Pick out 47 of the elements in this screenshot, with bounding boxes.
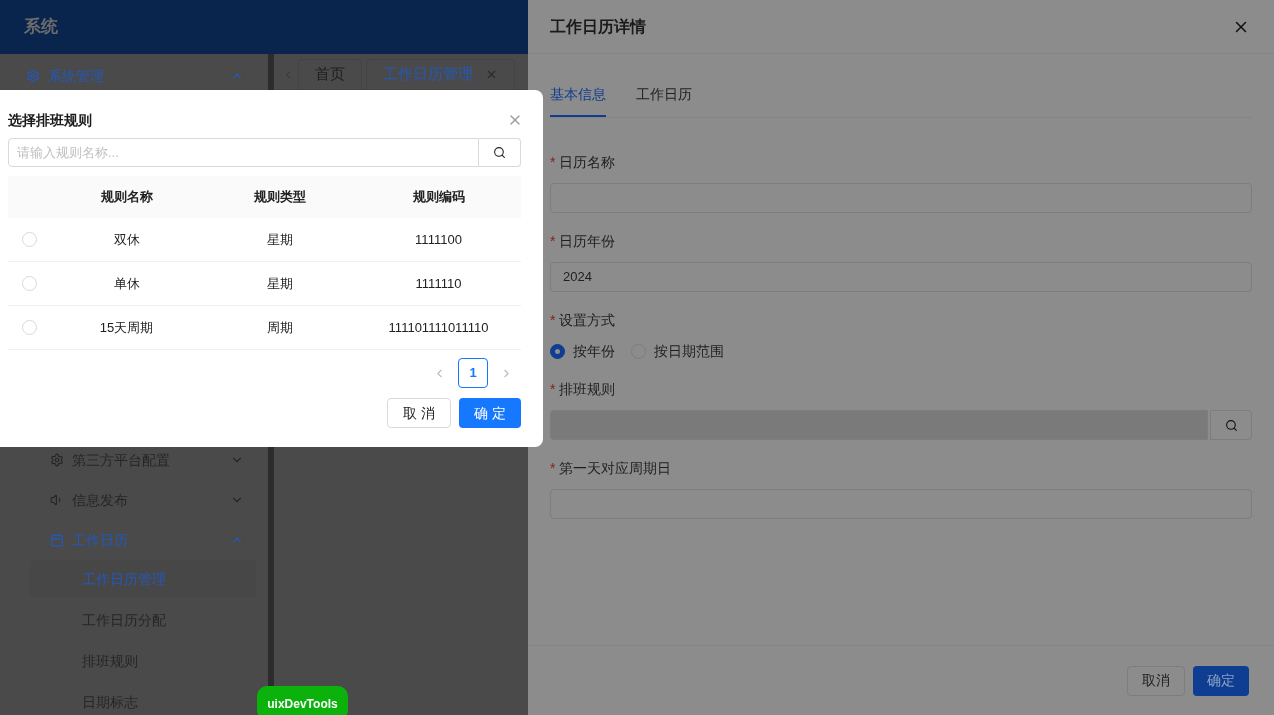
- cancel-button[interactable]: 取消: [1127, 665, 1185, 696]
- required-mark: *: [550, 153, 556, 172]
- table-cell-text: 15天周期: [99, 318, 154, 337]
- confirm-button[interactable]: 确定: [1193, 665, 1249, 696]
- app-title: 系统: [24, 16, 58, 39]
- table-cell-text: 周期: [266, 318, 293, 337]
- input-field[interactable]: 2024: [550, 262, 1252, 292]
- devtools-badge[interactable]: uixDevTools: [257, 686, 348, 715]
- required-mark: *: [550, 380, 556, 399]
- column-header: 规则类型: [253, 188, 306, 207]
- search-icon: [493, 146, 506, 159]
- field-label: 第一天对应周期日: [559, 459, 672, 478]
- field-label: 设置方式: [559, 311, 616, 330]
- table-row[interactable]: 单休 星期 1111110: [8, 262, 521, 306]
- search-icon: [1224, 418, 1238, 432]
- table-cell-text: 1111110: [415, 274, 462, 293]
- column-header: 规则编码: [412, 188, 465, 207]
- field-label: 日历年份: [559, 232, 616, 251]
- table-cell-text: 单休: [113, 274, 140, 293]
- form-tab[interactable]: 基本信息: [550, 84, 606, 117]
- table-cell-text: 1111100: [415, 230, 462, 249]
- column-header: 规则名称: [100, 188, 153, 207]
- search-field[interactable]: 请输入规则名称...: [8, 138, 479, 167]
- table-row[interactable]: 双休 星期 1111100: [8, 218, 521, 262]
- modal-title: 选择排班规则: [8, 110, 92, 130]
- radio-option[interactable]: 按日期范围: [631, 340, 724, 362]
- confirm-button[interactable]: 确 定: [459, 398, 521, 428]
- page-button[interactable]: 1: [458, 358, 488, 388]
- table-cell-text: 星期: [266, 274, 293, 293]
- gear-icon: [50, 453, 64, 467]
- calendar-icon: [50, 533, 64, 547]
- required-mark: *: [550, 311, 556, 330]
- table-cell-text: 111101111011110: [388, 318, 489, 337]
- table-row[interactable]: 15天周期 周期 111101111011110: [8, 306, 521, 350]
- field-label: 日历名称: [559, 153, 616, 172]
- required-mark: *: [550, 459, 556, 478]
- drawer-title: 工作日历详情: [550, 16, 646, 37]
- table-cell-text: 星期: [266, 230, 293, 249]
- radio-button[interactable]: [550, 343, 565, 359]
- gear-icon: [26, 69, 40, 83]
- required-mark: *: [550, 232, 556, 251]
- cancel-button[interactable]: 取 消: [387, 398, 452, 428]
- field-label: 排班规则: [559, 380, 616, 399]
- form-tab[interactable]: 工作日历: [636, 84, 692, 117]
- search-button[interactable]: [1210, 410, 1252, 440]
- radio-option[interactable]: 按年份: [550, 340, 615, 362]
- table-cell-text: 双休: [113, 230, 140, 249]
